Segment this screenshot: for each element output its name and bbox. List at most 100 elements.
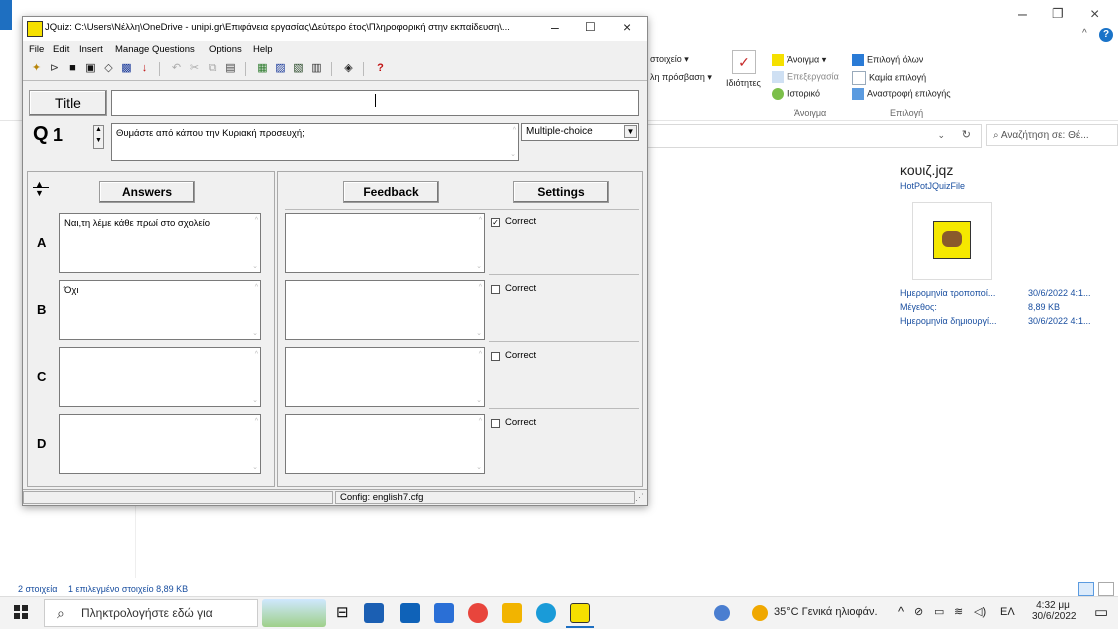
feedback-input[interactable]: ^ ⌄ [285, 280, 485, 340]
scroll-down-icon[interactable]: ⌄ [510, 150, 516, 158]
help-icon[interactable]: ? [1099, 28, 1113, 42]
jquiz-titlebar[interactable]: JQuiz: C:\Users\Νέλλη\OneDrive - unipi.g… [23, 17, 647, 41]
teams-icon[interactable] [714, 605, 730, 621]
large-icons-view-icon[interactable] [1098, 582, 1114, 596]
weather-sun-icon[interactable] [752, 605, 768, 621]
add-question-icon[interactable]: ▦ [255, 61, 270, 76]
resize-grip-icon[interactable]: ⋰ [635, 492, 644, 503]
open-button[interactable]: Άνοιγμα ▾ [772, 54, 826, 66]
answer-input[interactable]: Ναι,τη λέμε κάθε πρωί στο σχολείο ^ ⌄ [59, 213, 261, 273]
paste-icon[interactable]: ▤ [223, 61, 238, 76]
menu-help[interactable]: Help [253, 44, 273, 55]
new-item-button[interactable]: στοιχείο ▾ [650, 54, 689, 65]
ribbon-file-tab[interactable] [0, 0, 12, 30]
minimize-icon[interactable]: – [551, 19, 559, 35]
search-input[interactable]: ⌕ Αναζήτηση σε: Θέ... [986, 124, 1118, 146]
scroll-up-icon[interactable]: ^ [513, 127, 516, 134]
store-icon[interactable] [364, 603, 384, 623]
notifications-icon[interactable]: ▭ [1094, 603, 1108, 621]
help-question-icon[interactable]: ? [373, 61, 388, 76]
scroll-up-icon[interactable]: ^ [479, 351, 482, 358]
reorder-answers-icon[interactable]: ▲ ▼ [33, 179, 49, 199]
question-number-spinner[interactable]: ▲ ▼ [93, 125, 104, 149]
maximize-icon[interactable]: ☐ [585, 20, 596, 34]
properties-button[interactable]: Ιδιότητες [726, 78, 761, 88]
insert-picture-icon[interactable]: ▨ [273, 61, 288, 76]
scroll-up-icon[interactable]: ^ [255, 217, 258, 224]
question-type-select[interactable]: Multiple-choice ▼ [521, 123, 639, 141]
open-file-icon[interactable]: ⊳ [47, 61, 62, 76]
question-text-input[interactable]: Θυμάστε από κάπου την Κυριακή προσευχή; … [111, 123, 519, 161]
edit-button[interactable]: Επεξεργασία [772, 71, 839, 83]
scroll-up-icon[interactable]: ^ [479, 418, 482, 425]
clock[interactable]: 4:32 μμ 30/6/2022 [1032, 600, 1077, 622]
edge-icon[interactable] [536, 603, 556, 623]
wifi-icon[interactable]: ≋ [954, 605, 963, 618]
chevron-down-icon[interactable]: ⌄ [937, 130, 945, 141]
delete-question-icon[interactable]: ▥ [309, 61, 324, 76]
scroll-down-icon[interactable]: ⌄ [476, 262, 482, 270]
close-icon[interactable]: × [623, 19, 631, 35]
correct-checkbox[interactable]: ✓ [491, 218, 500, 227]
easy-access-button[interactable]: λη πρόσβαση ▾ [650, 72, 712, 83]
app-blue-icon[interactable] [434, 603, 454, 623]
close-icon[interactable]: × [1090, 6, 1099, 24]
title-button[interactable]: Title [29, 90, 107, 116]
jquiz-app-icon[interactable] [27, 21, 43, 37]
correct-checkbox[interactable] [491, 285, 500, 294]
select-none-button[interactable]: Καμία επιλογή [852, 71, 926, 85]
answer-input[interactable]: Όχι ^ ⌄ [59, 280, 261, 340]
input-language[interactable]: ΕΛ [1000, 606, 1015, 618]
menu-file[interactable]: File [29, 44, 44, 55]
dropdown-arrow-icon[interactable]: ▼ [624, 125, 637, 138]
save-as-icon[interactable]: ▣ [83, 61, 98, 76]
scroll-up-icon[interactable]: ^ [479, 284, 482, 291]
tray-overflow-icon[interactable]: ^ [898, 604, 904, 619]
battery-icon[interactable]: ▭ [934, 605, 944, 618]
scroll-down-icon[interactable]: ⌄ [476, 463, 482, 471]
taskbar-search-input[interactable]: ⌕ Πληκτρολογήστε εδώ για [44, 599, 258, 627]
scroll-up-icon[interactable]: ^ [479, 217, 482, 224]
undo-icon[interactable]: ↶ [169, 61, 184, 76]
answer-input[interactable]: ^ ⌄ [59, 414, 261, 474]
invert-selection-button[interactable]: Αναστροφή επιλογής [852, 88, 951, 100]
weather-text[interactable]: 35°C Γενικά ηλιοφάν. [774, 606, 878, 618]
details-view-icon[interactable] [1078, 582, 1094, 596]
ribbon-collapse-icon[interactable]: ^ [1082, 28, 1087, 39]
save-icon[interactable]: ■ [65, 61, 80, 76]
mail-icon[interactable] [400, 603, 420, 623]
history-button[interactable]: Ιστορικό [772, 88, 820, 100]
address-bar[interactable]: ⌄ ↻ [640, 124, 982, 148]
menu-edit[interactable]: Edit [53, 44, 69, 55]
correct-label[interactable]: Correct [505, 350, 536, 361]
file-explorer-icon[interactable] [502, 603, 522, 623]
scroll-up-icon[interactable]: ^ [255, 418, 258, 425]
new-file-icon[interactable]: ✦ [29, 61, 44, 76]
scroll-down-icon[interactable]: ⌄ [476, 329, 482, 337]
task-view-icon[interactable]: ⊟ [336, 603, 349, 621]
correct-label[interactable]: Correct [505, 283, 536, 294]
move-down-icon[interactable]: ▼ [35, 188, 44, 198]
feedback-input[interactable]: ^ ⌄ [285, 347, 485, 407]
scroll-down-icon[interactable]: ⌄ [252, 262, 258, 270]
select-all-button[interactable]: Επιλογή όλων [852, 54, 923, 66]
search-highlight-image[interactable] [262, 599, 326, 627]
minimize-icon[interactable]: – [1018, 6, 1027, 24]
properties-icon[interactable]: ✓ [732, 50, 756, 74]
feedback-input[interactable]: ^ ⌄ [285, 213, 485, 273]
spinner-up-icon[interactable]: ▲ [95, 126, 102, 133]
correct-checkbox[interactable] [491, 352, 500, 361]
menu-manage-questions[interactable]: Manage Questions [115, 44, 195, 55]
scroll-up-icon[interactable]: ^ [255, 351, 258, 358]
scroll-down-icon[interactable]: ⌄ [476, 396, 482, 404]
eraser-icon[interactable]: ◇ [101, 61, 116, 76]
cut-icon[interactable]: ✂ [187, 61, 202, 76]
insert-link-icon[interactable]: ▧ [291, 61, 306, 76]
jquiz-taskbar-icon[interactable] [570, 603, 590, 623]
scroll-down-icon[interactable]: ⌄ [252, 463, 258, 471]
windows-start-icon[interactable] [14, 605, 28, 619]
copy-icon[interactable]: ⧉ [205, 61, 220, 76]
correct-checkbox[interactable] [491, 419, 500, 428]
scroll-down-icon[interactable]: ⌄ [252, 396, 258, 404]
answer-input[interactable]: ^ ⌄ [59, 347, 261, 407]
